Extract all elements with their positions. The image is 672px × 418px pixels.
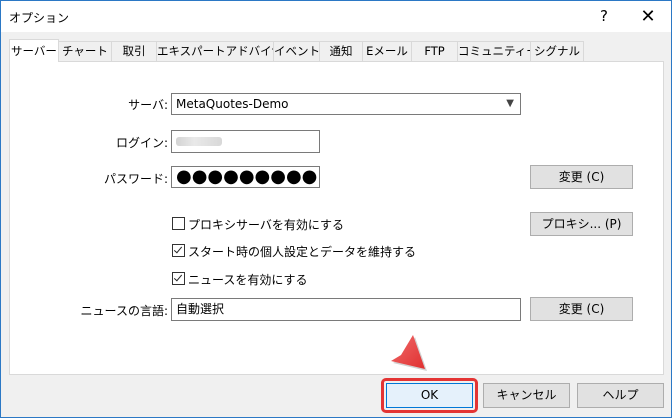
close-icon[interactable]: ✕ xyxy=(626,1,670,32)
tab-notifications[interactable]: 通知 xyxy=(319,41,363,61)
title-bar: オプション ? ✕ xyxy=(1,1,671,32)
cancel-button[interactable]: キャンセル xyxy=(483,383,570,408)
server-select[interactable]: MetaQuotes-Demo ▼ xyxy=(171,93,521,115)
keep-settings-checkbox-row[interactable]: スタート時の個人設定とデータを維持する xyxy=(172,243,416,259)
proxy-checkbox-label: プロキシサーバを有効にする xyxy=(188,218,345,232)
login-value-redacted xyxy=(176,137,222,146)
keep-settings-checkbox[interactable] xyxy=(172,244,185,257)
server-tab-panel: サーバ: MetaQuotes-Demo ▼ ログイン: パスワード: ●●●●… xyxy=(9,61,664,375)
ok-highlight-frame xyxy=(381,378,478,413)
options-dialog: オプション ? ✕ サーバー チャート 取引 エキスパートアドバイザ イベント … xyxy=(0,0,672,418)
tab-strip: サーバー チャート 取引 エキスパートアドバイザ イベント 通知 Eメール FT… xyxy=(9,39,664,62)
tab-server[interactable]: サーバー xyxy=(9,39,59,62)
tab-events[interactable]: イベント xyxy=(273,41,320,61)
help-button[interactable]: ヘルプ xyxy=(577,383,664,408)
tab-trade[interactable]: 取引 xyxy=(111,41,157,61)
pointer-arrow-icon xyxy=(391,335,427,371)
login-label: ログイン: xyxy=(115,136,168,150)
tab-expert-advisor[interactable]: エキスパートアドバイザ xyxy=(156,41,274,61)
footer-separator xyxy=(1,375,671,376)
login-field[interactable] xyxy=(171,130,320,153)
chevron-down-icon: ▼ xyxy=(506,98,514,109)
password-field[interactable]: ●●●●●●●●● xyxy=(171,166,320,188)
news-checkbox-label: ニュースを有効にする xyxy=(188,273,308,287)
server-label: サーバ: xyxy=(128,98,168,112)
change-language-button[interactable]: 変更 (C) xyxy=(530,297,633,321)
proxy-checkbox[interactable] xyxy=(172,217,185,230)
news-checkbox-row[interactable]: ニュースを有効にする xyxy=(172,271,308,287)
proxy-button[interactable]: プロキシ... (P) xyxy=(530,212,633,236)
news-checkbox[interactable] xyxy=(172,272,185,285)
tab-signals[interactable]: シグナル xyxy=(530,41,584,61)
tab-email[interactable]: Eメール xyxy=(362,41,412,61)
proxy-checkbox-row[interactable]: プロキシサーバを有効にする xyxy=(172,216,344,232)
tab-ftp[interactable]: FTP xyxy=(411,41,458,61)
password-label: パスワード: xyxy=(103,172,168,186)
change-password-button[interactable]: 変更 (C) xyxy=(530,165,633,189)
news-language-field[interactable]: 自動選択 xyxy=(171,298,521,321)
help-icon[interactable]: ? xyxy=(582,1,626,32)
server-value: MetaQuotes-Demo xyxy=(176,97,289,111)
tab-community[interactable]: コミュニティー xyxy=(457,41,531,61)
keep-settings-checkbox-label: スタート時の個人設定とデータを維持する xyxy=(188,245,417,259)
tab-chart[interactable]: チャート xyxy=(58,41,112,61)
news-language-label: ニュースの言語: xyxy=(80,304,168,318)
window-title: オプション xyxy=(9,11,70,25)
